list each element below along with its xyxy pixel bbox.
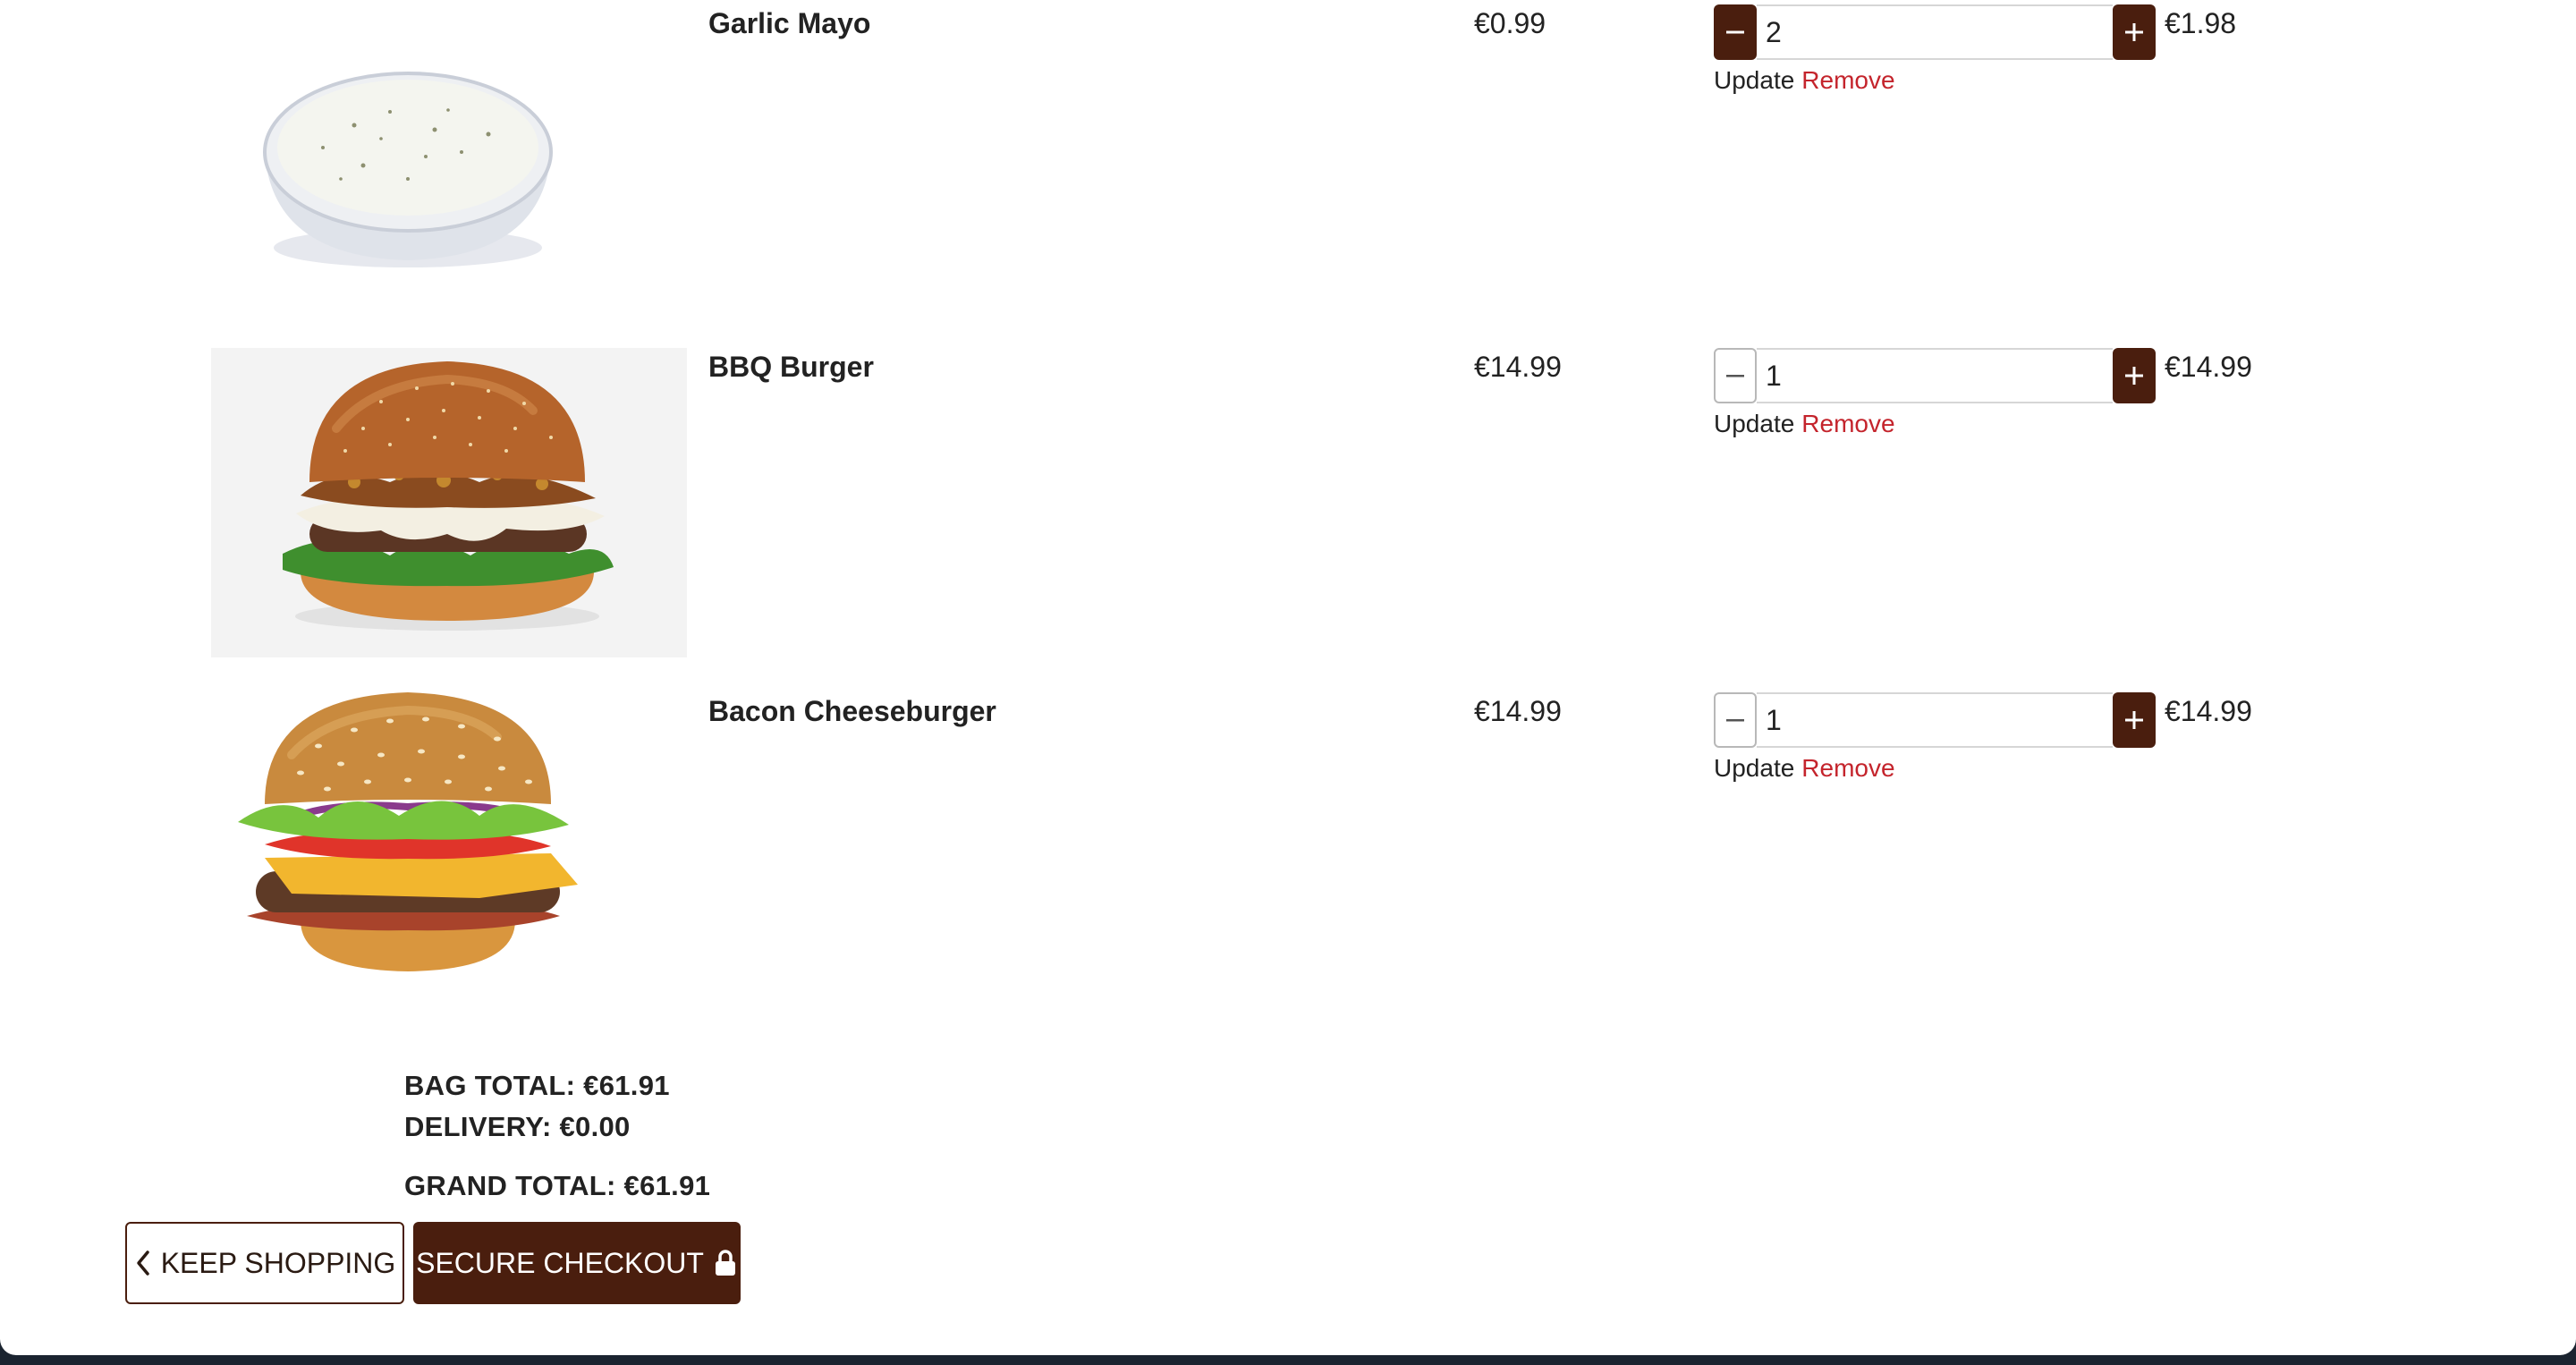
plus-icon xyxy=(2125,23,2143,41)
keep-shopping-label: KEEP SHOPPING xyxy=(160,1246,396,1279)
product-name[interactable]: BBQ Burger xyxy=(708,351,874,384)
unit-price: €0.99 xyxy=(1474,7,1546,39)
quantity-input[interactable] xyxy=(1757,348,2113,403)
cart-item-row: BBQ Burger €14.99 €14.99 Update Remove xyxy=(0,343,2576,666)
quantity-stepper xyxy=(1714,4,2156,60)
bacon-cheeseburger-image xyxy=(211,692,687,1002)
update-link[interactable]: Update xyxy=(1714,66,1794,94)
plus-icon xyxy=(2125,367,2143,385)
unit-price: €14.99 xyxy=(1474,351,1562,383)
minus-icon xyxy=(1726,719,1744,722)
cart-item-row: Bacon Cheeseburger €14.99 €14.99 UpdateR… xyxy=(0,688,2576,1010)
lock-icon xyxy=(715,1250,735,1276)
increase-quantity-button[interactable] xyxy=(2113,4,2156,60)
cart-page: Garlic Mayo €0.99 €1.98 UpdateRemove xyxy=(0,0,2576,1355)
secure-checkout-label: SECURE CHECKOUT xyxy=(416,1246,704,1279)
update-link[interactable]: Update xyxy=(1714,410,1794,437)
quantity-stepper xyxy=(1714,348,2156,403)
bag-total: BAG TOTAL: €61.91 xyxy=(404,1070,670,1101)
garlic-mayo-image xyxy=(140,4,687,310)
plus-icon xyxy=(2125,711,2143,729)
minus-icon xyxy=(1726,375,1744,377)
line-total: €14.99 xyxy=(2165,351,2252,383)
delivery-total: DELIVERY: €0.00 xyxy=(404,1111,631,1142)
quantity-input[interactable] xyxy=(1757,692,2113,748)
cart-item-row: Garlic Mayo €0.99 €1.98 UpdateRemove xyxy=(0,0,2576,322)
quantity-input[interactable] xyxy=(1757,4,2113,60)
item-actions: Update Remove xyxy=(1714,754,1895,783)
line-total: €1.98 xyxy=(2165,7,2237,39)
update-link[interactable]: Update xyxy=(1714,754,1794,782)
minus-icon xyxy=(1726,30,1744,34)
decrease-quantity-button[interactable] xyxy=(1714,348,1757,403)
item-actions: Update Remove xyxy=(1714,66,1895,95)
increase-quantity-button[interactable] xyxy=(2113,692,2156,748)
product-name[interactable]: Bacon Cheeseburger xyxy=(708,695,996,728)
line-total: €14.99 xyxy=(2165,695,2252,727)
quantity-stepper xyxy=(1714,692,2156,748)
grand-total: GRAND TOTAL: €61.91 xyxy=(404,1170,711,1201)
chevron-left-icon xyxy=(136,1251,149,1276)
remove-link[interactable]: Remove xyxy=(1801,66,1894,94)
unit-price: €14.99 xyxy=(1474,695,1562,727)
remove-link[interactable]: Remove xyxy=(1801,754,1894,782)
increase-quantity-button[interactable] xyxy=(2113,348,2156,403)
item-actions: Update Remove xyxy=(1714,410,1895,438)
remove-link[interactable]: Remove xyxy=(1801,410,1894,437)
bbq-burger-image xyxy=(211,348,687,657)
decrease-quantity-button[interactable] xyxy=(1714,692,1757,748)
decrease-quantity-button[interactable] xyxy=(1714,4,1757,60)
secure-checkout-button[interactable]: SECURE CHECKOUT xyxy=(413,1222,741,1304)
keep-shopping-button[interactable]: KEEP SHOPPING xyxy=(125,1222,404,1304)
product-name[interactable]: Garlic Mayo xyxy=(708,7,870,40)
